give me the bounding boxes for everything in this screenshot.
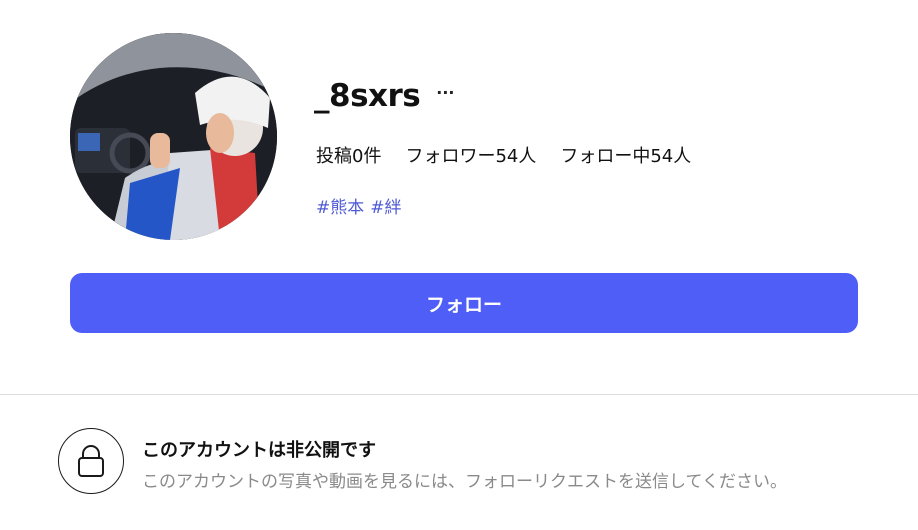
profile-stats: 投稿0件 フォロワー54人 フォロー中54人 <box>316 142 715 168</box>
follow-button[interactable]: フォロー <box>70 273 858 333</box>
avatar-photo <box>70 33 277 240</box>
private-account-description: このアカウントの写真や動画を見るには、フォローリクエストを送信してください。 <box>142 472 787 492</box>
username-row: _8sxrs ··· <box>314 78 455 114</box>
profile-avatar[interactable] <box>70 33 277 240</box>
following-count[interactable]: フォロー中54人 <box>560 142 691 168</box>
posts-count: 投稿0件 <box>316 146 382 167</box>
lock-icon <box>58 428 124 494</box>
username: _8sxrs <box>314 78 421 114</box>
more-options-icon[interactable]: ··· <box>436 85 454 101</box>
section-divider <box>0 394 918 395</box>
hashtag-link[interactable]: #絆 <box>370 193 401 218</box>
private-account-title: このアカウントは非公開です <box>142 440 376 461</box>
bio-tags: #熊本 #絆 <box>316 193 408 218</box>
followers-count[interactable]: フォロワー54人 <box>405 142 536 168</box>
hashtag-link[interactable]: #熊本 <box>316 193 364 218</box>
